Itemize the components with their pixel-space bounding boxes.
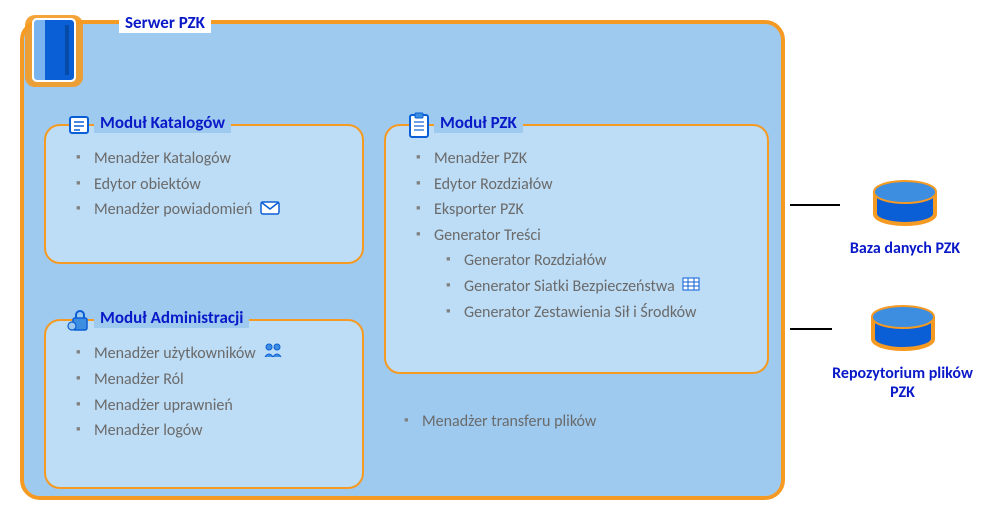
server-title: Serwer PZK [119,12,211,33]
list-item: Edytor obiektów [76,172,344,198]
grid-icon [682,274,700,300]
mail-icon [260,198,280,224]
list-item: Menadżer użytkowników [76,341,344,367]
catalog-icon [66,111,94,144]
server-icon [19,9,89,99]
module-admin-title: Moduł Administracji [94,307,249,328]
database-icon [870,216,940,235]
repository-block: Repozytorium plików PZK [820,305,985,402]
list-item: Menadżer Ról [76,367,344,393]
list-item-label: Menadżer użytkowników [94,344,256,363]
module-pzk: Moduł PZK Menadżer PZK Edytor Rozdziałów… [384,124,769,374]
list-item: Generator Siatki Bezpieczeństwa [446,274,749,300]
list-item: Generator Treści Generator Rozdziałów Ge… [416,223,749,326]
module-pzk-title: Moduł PZK [434,112,523,133]
catalogs-list: Menadżer Katalogów Edytor obiektów Menad… [76,146,344,223]
database-label: Baza danych PZK [830,239,980,258]
list-item-label: Generator Siatki Bezpieczeństwa [464,277,675,296]
repository-label: Repozytorium plików PZK [820,364,985,402]
repository-icon [868,341,938,360]
admin-list: Menadżer użytkowników Menadżer Ról Menad… [76,341,344,444]
list-item: Menadżer Katalogów [76,146,344,172]
list-item: Eksporter PZK [416,197,749,223]
lock-icon [66,306,94,339]
list-item: Generator Rozdziałów [446,248,749,274]
users-icon [263,341,283,367]
list-item: Menadżer PZK [416,146,749,172]
server-container: Serwer PZK Moduł Katalogów Menadżer Kata… [20,20,785,500]
list-item: Menadżer uprawnień [76,393,344,419]
list-item-label: Generator Treści [434,226,541,245]
database-block: Baza danych PZK [830,180,980,258]
list-item: Menadżer logów [76,418,344,444]
module-catalogs: Moduł Katalogów Menadżer Katalogów Edyto… [44,124,364,264]
clipboard-icon [406,111,432,146]
file-transfer-list: Menadżer transferu plików [404,409,754,435]
pzk-list: Menadżer PZK Edytor Rozdziałów Eksporter… [416,146,749,326]
list-item: Edytor Rozdziałów [416,172,749,198]
module-admin: Moduł Administracji Menadżer użytkownikó… [44,319,364,489]
list-item-label: Menadżer powiadomień [94,200,252,219]
module-catalogs-title: Moduł Katalogów [94,112,231,133]
list-item: Menadżer powiadomień [76,197,344,223]
list-item: Menadżer transferu plików [404,409,754,435]
pzk-sublist: Generator Rozdziałów Generator Siatki Be… [446,248,749,325]
list-item: Generator Zestawienia Sił i Środków [446,300,749,326]
